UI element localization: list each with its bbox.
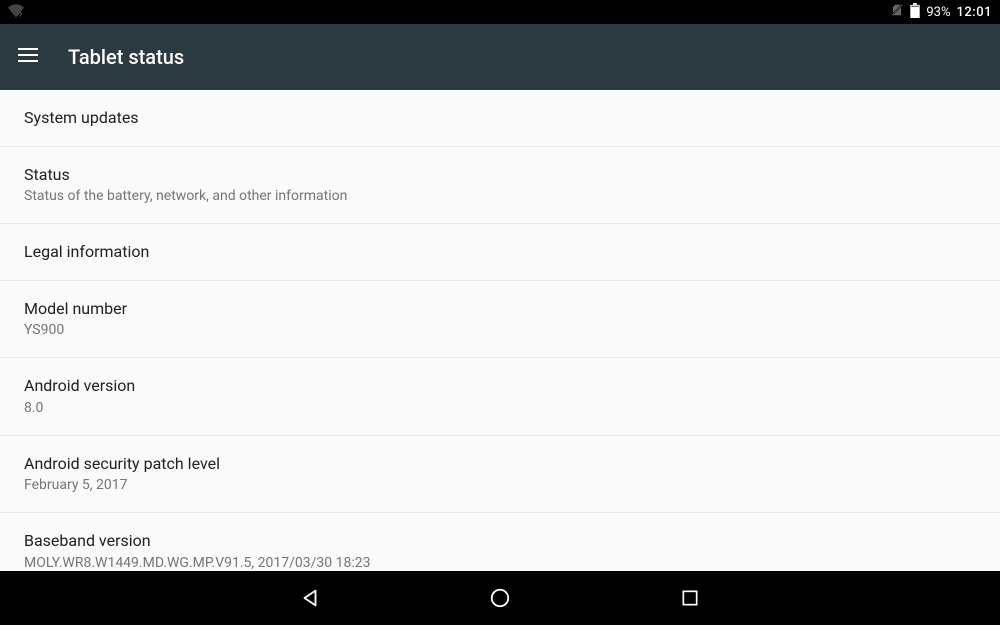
row-subtitle: Status of the battery, network, and othe… (24, 187, 976, 206)
page-title: Tablet status (68, 45, 184, 69)
no-sim-icon (890, 3, 904, 21)
row-subtitle: YS900 (24, 321, 976, 340)
row-subtitle: 8.0 (24, 399, 976, 418)
svg-text:?: ? (18, 11, 22, 18)
battery-percent: 93% (926, 5, 950, 20)
row-system-updates[interactable]: System updates (0, 90, 1000, 147)
wifi-icon: ? (8, 4, 24, 22)
navigation-bar (0, 571, 1000, 625)
back-button[interactable] (290, 578, 330, 618)
status-left: ? (8, 3, 24, 21)
row-status[interactable]: Status Status of the battery, network, a… (0, 147, 1000, 224)
row-android-version[interactable]: Android version 8.0 (0, 358, 1000, 435)
status-bar: ? 93% 12:01 (0, 0, 1000, 24)
row-security-patch[interactable]: Android security patch level February 5,… (0, 436, 1000, 513)
settings-list: System updates Status Status of the batt… (0, 90, 1000, 571)
row-title: Status (24, 164, 976, 186)
row-title: Legal information (24, 241, 976, 263)
row-subtitle: February 5, 2017 (24, 476, 976, 495)
row-title: Android version (24, 375, 976, 397)
app-bar: Tablet status (0, 24, 1000, 90)
row-model-number[interactable]: Model number YS900 (0, 281, 1000, 358)
row-title: Baseband version (24, 530, 976, 552)
row-subtitle: MOLY.WR8.W1449.MD.WG.MP.V91.5, 2017/03/3… (24, 554, 976, 571)
recents-button[interactable] (670, 578, 710, 618)
row-legal-information[interactable]: Legal information (0, 224, 1000, 281)
battery-icon (910, 3, 920, 22)
status-clock: 12:01 (957, 5, 992, 20)
row-baseband-version[interactable]: Baseband version MOLY.WR8.W1449.MD.WG.MP… (0, 513, 1000, 571)
status-right: 93% 12:01 (890, 3, 992, 22)
row-title: System updates (24, 107, 976, 129)
row-title: Model number (24, 298, 976, 320)
home-button[interactable] (480, 578, 520, 618)
menu-icon[interactable] (18, 47, 38, 67)
row-title: Android security patch level (24, 453, 976, 475)
